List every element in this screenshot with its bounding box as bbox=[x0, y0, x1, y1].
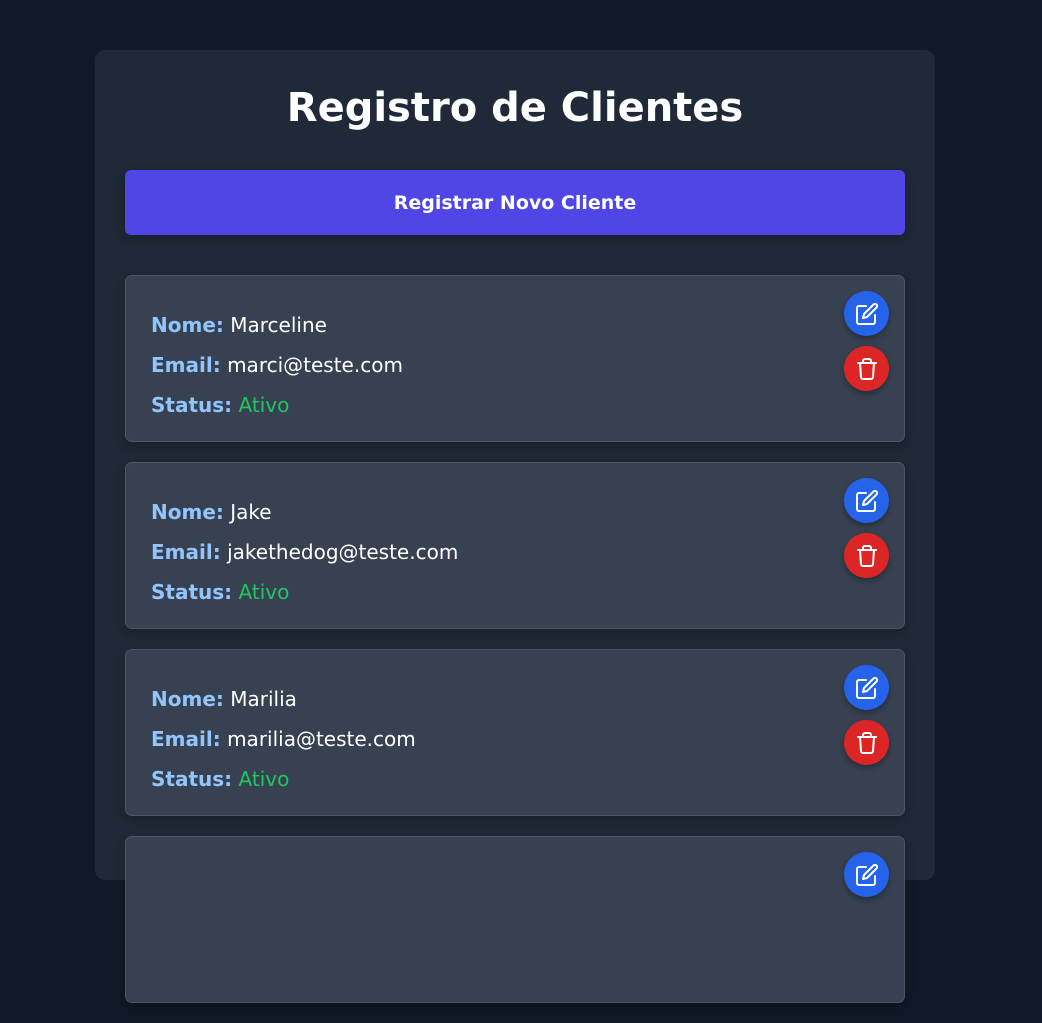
delete-client-button[interactable] bbox=[844, 720, 889, 765]
email-label: Email: bbox=[151, 353, 221, 377]
pencil-square-icon bbox=[855, 489, 878, 512]
client-name: Jake bbox=[230, 500, 272, 524]
edit-client-button[interactable] bbox=[844, 665, 889, 710]
client-status-row: Status: Ativo bbox=[151, 385, 879, 425]
client-card: Nome: Marceline Email: marci@teste.com S… bbox=[125, 275, 905, 442]
client-status: Ativo bbox=[238, 580, 290, 604]
client-card bbox=[125, 836, 905, 1003]
email-label: Email: bbox=[151, 727, 221, 751]
trash-icon bbox=[856, 731, 877, 754]
client-email-row: Email: jakethedog@teste.com bbox=[151, 532, 879, 572]
client-status: Ativo bbox=[238, 393, 290, 417]
client-email: marci@teste.com bbox=[227, 353, 403, 377]
status-label: Status: bbox=[151, 767, 233, 791]
client-status-row: Status: Ativo bbox=[151, 572, 879, 612]
page-title: Registro de Clientes bbox=[286, 85, 744, 131]
email-label: Email: bbox=[151, 540, 221, 564]
name-label: Nome: bbox=[151, 687, 224, 711]
client-list: Nome: Marceline Email: marci@teste.com S… bbox=[125, 275, 905, 1023]
name-label: Nome: bbox=[151, 313, 224, 337]
pencil-square-icon bbox=[855, 676, 878, 699]
name-label: Nome: bbox=[151, 500, 224, 524]
register-new-client-button[interactable]: Registrar Novo Cliente bbox=[125, 170, 905, 235]
pencil-square-icon bbox=[855, 863, 878, 886]
pencil-square-icon bbox=[855, 302, 878, 325]
trash-icon bbox=[856, 544, 877, 567]
client-name-row: Nome: Jake bbox=[151, 492, 879, 532]
trash-icon bbox=[856, 357, 877, 380]
delete-client-button[interactable] bbox=[844, 533, 889, 578]
client-email: jakethedog@teste.com bbox=[227, 540, 459, 564]
client-name: Marceline bbox=[230, 313, 327, 337]
client-card: Nome: Jake Email: jakethedog@teste.com S… bbox=[125, 462, 905, 629]
client-card: Nome: Marilia Email: marilia@teste.com S… bbox=[125, 649, 905, 816]
status-label: Status: bbox=[151, 393, 233, 417]
client-name-row: Nome: Marceline bbox=[151, 305, 879, 345]
client-email-row: Email: marilia@teste.com bbox=[151, 719, 879, 759]
client-status: Ativo bbox=[238, 767, 290, 791]
client-name: Marilia bbox=[230, 687, 297, 711]
client-email-row: Email: marci@teste.com bbox=[151, 345, 879, 385]
client-name-row: Nome: Marilia bbox=[151, 679, 879, 719]
edit-client-button[interactable] bbox=[844, 478, 889, 523]
edit-client-button[interactable] bbox=[844, 291, 889, 336]
status-label: Status: bbox=[151, 580, 233, 604]
client-status-row: Status: Ativo bbox=[151, 759, 879, 799]
clients-panel: Registro de Clientes Registrar Novo Clie… bbox=[95, 50, 935, 1003]
client-email: marilia@teste.com bbox=[227, 727, 416, 751]
delete-client-button[interactable] bbox=[844, 346, 889, 391]
